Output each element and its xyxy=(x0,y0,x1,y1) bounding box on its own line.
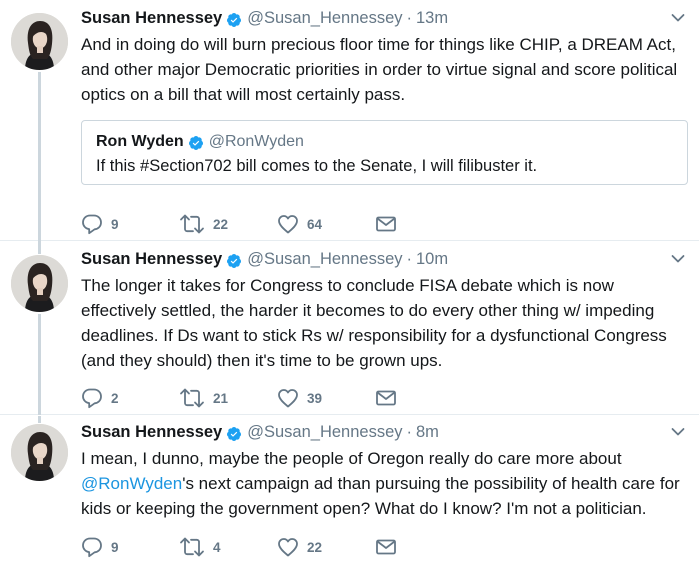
author-name[interactable]: Susan Hennessey xyxy=(81,9,222,28)
retweet-icon xyxy=(179,213,205,235)
retweet-button[interactable]: 22 xyxy=(179,213,277,235)
author-handle[interactable]: @Susan_Hennessey xyxy=(247,9,402,28)
retweet-count: 22 xyxy=(213,216,229,232)
chevron-down-icon[interactable] xyxy=(671,13,685,23)
like-count: 39 xyxy=(307,390,323,406)
profile-photo-icon xyxy=(11,13,68,70)
retweet-icon xyxy=(179,387,205,409)
timestamp[interactable]: 10m xyxy=(416,250,448,269)
retweet-count: 21 xyxy=(213,390,229,406)
retweet-icon xyxy=(179,536,205,558)
author-name[interactable]: Susan Hennessey xyxy=(81,250,222,269)
quoted-tweet[interactable]: Ron Wyden @RonWyden If this #Section702 … xyxy=(81,120,688,185)
verified-badge-icon xyxy=(226,253,242,269)
quoted-author-handle: @RonWyden xyxy=(208,133,304,150)
thread-connector xyxy=(38,72,41,242)
tweet-actions: 9 4 22 xyxy=(81,536,405,558)
tweet-text-part: I mean, I dunno, maybe the people of Ore… xyxy=(81,449,622,468)
tweet-content: Susan Hennessey @Susan_Hennessey · 13m A… xyxy=(81,6,688,185)
verified-badge-icon xyxy=(188,135,204,151)
like-button[interactable]: 22 xyxy=(277,536,375,558)
chevron-down-icon[interactable] xyxy=(671,427,685,437)
reply-count: 9 xyxy=(111,539,119,555)
tweet[interactable]: Susan Hennessey @Susan_Hennessey · 8m I … xyxy=(0,416,699,570)
tweet-text: And in doing do will burn precious floor… xyxy=(81,35,678,104)
thread-connector xyxy=(38,242,41,254)
envelope-icon xyxy=(375,538,397,556)
retweet-count: 4 xyxy=(213,539,221,555)
retweet-button[interactable]: 4 xyxy=(179,536,277,558)
thread-connector xyxy=(38,314,41,415)
timestamp[interactable]: 8m xyxy=(416,423,439,442)
quoted-author-name: Ron Wyden xyxy=(96,133,184,150)
timestamp[interactable]: 13m xyxy=(416,9,448,28)
separator-dot: · xyxy=(406,250,413,268)
quoted-tweet-header: Ron Wyden @RonWyden xyxy=(96,131,673,153)
verified-badge-icon xyxy=(226,12,242,28)
thread-connector xyxy=(38,416,41,423)
like-count: 22 xyxy=(307,539,323,555)
reply-button[interactable]: 9 xyxy=(81,536,179,558)
tweet-actions: 9 22 64 xyxy=(81,213,405,235)
heart-icon xyxy=(277,213,299,235)
reply-button[interactable]: 9 xyxy=(81,213,179,235)
separator-dot: · xyxy=(406,423,413,441)
retweet-button[interactable]: 21 xyxy=(179,387,277,409)
envelope-icon xyxy=(375,389,397,407)
tweet-actions: 2 21 39 xyxy=(81,387,405,409)
reply-icon xyxy=(81,387,103,409)
tweet-content: Susan Hennessey @Susan_Hennessey · 8m I … xyxy=(81,420,685,521)
reply-count: 9 xyxy=(111,216,119,232)
tweet-header: Susan Hennessey @Susan_Hennessey · 8m xyxy=(81,420,685,445)
direct-message-button[interactable] xyxy=(375,538,405,556)
avatar[interactable] xyxy=(11,13,68,70)
chevron-down-icon[interactable] xyxy=(671,254,685,264)
like-button[interactable]: 39 xyxy=(277,387,375,409)
avatar[interactable] xyxy=(11,424,68,481)
verified-badge-icon xyxy=(226,426,242,442)
reply-count: 2 xyxy=(111,390,119,406)
tweet-content: Susan Hennessey @Susan_Hennessey · 10m T… xyxy=(81,247,685,373)
separator-dot: · xyxy=(406,9,413,27)
heart-icon xyxy=(277,387,299,409)
author-handle[interactable]: @Susan_Hennessey xyxy=(247,423,402,442)
tweet-header: Susan Hennessey @Susan_Hennessey · 13m xyxy=(81,6,685,31)
profile-photo-icon xyxy=(11,255,68,312)
avatar[interactable] xyxy=(11,255,68,312)
heart-icon xyxy=(277,536,299,558)
like-button[interactable]: 64 xyxy=(277,213,375,235)
tweet[interactable]: Susan Hennessey @Susan_Hennessey · 13m A… xyxy=(0,0,699,242)
profile-photo-icon xyxy=(11,424,68,481)
like-count: 64 xyxy=(307,216,323,232)
direct-message-button[interactable] xyxy=(375,215,405,233)
reply-button[interactable]: 2 xyxy=(81,387,179,409)
mention-link[interactable]: @RonWyden xyxy=(81,474,182,493)
reply-icon xyxy=(81,536,103,558)
envelope-icon xyxy=(375,215,397,233)
quoted-tweet-text: If this #Section702 bill comes to the Se… xyxy=(96,157,538,175)
tweet[interactable]: Susan Hennessey @Susan_Hennessey · 10m T… xyxy=(0,242,699,415)
author-name[interactable]: Susan Hennessey xyxy=(81,423,222,442)
reply-icon xyxy=(81,213,103,235)
tweet-text: The longer it takes for Congress to conc… xyxy=(81,276,667,370)
tweet-text: I mean, I dunno, maybe the people of Ore… xyxy=(81,446,685,521)
tweet-header: Susan Hennessey @Susan_Hennessey · 10m xyxy=(81,247,685,272)
author-handle[interactable]: @Susan_Hennessey xyxy=(247,250,402,269)
direct-message-button[interactable] xyxy=(375,389,405,407)
